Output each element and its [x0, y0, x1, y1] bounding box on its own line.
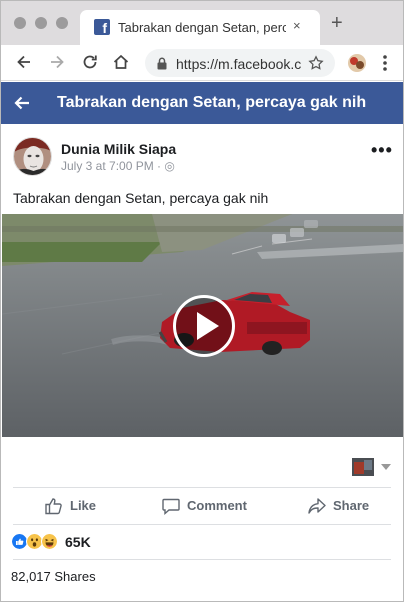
page-title: Tabrakan dengan Setan, percaya gak nih	[57, 94, 367, 111]
author-avatar[interactable]	[13, 137, 52, 176]
video-player[interactable]	[2, 214, 403, 437]
facebook-header: Tabrakan dengan Setan, percaya gak nih	[1, 82, 403, 124]
browser-tab[interactable]: f Tabrakan dengan Setan, percaya gak nih…	[80, 10, 320, 45]
forward-arrow-icon[interactable]	[47, 52, 67, 72]
comment-label: Comment	[187, 498, 247, 513]
divider	[13, 487, 391, 488]
browser-toolbar: https://m.facebook.com	[1, 45, 403, 81]
zoom-window-button[interactable]	[56, 17, 68, 29]
browser-menu-icon[interactable]	[382, 54, 388, 72]
reload-icon[interactable]	[80, 52, 100, 72]
post-text: Tabrakan dengan Setan, percaya gak nih	[13, 190, 269, 206]
divider	[13, 524, 391, 525]
new-tab-button[interactable]: +	[331, 13, 343, 33]
address-bar[interactable]: https://m.facebook.com	[145, 49, 335, 77]
browser-window: f Tabrakan dengan Setan, percaya gak nih…	[0, 0, 404, 602]
home-icon[interactable]	[111, 52, 131, 72]
post-options-icon[interactable]: •••	[371, 141, 393, 159]
comment-button[interactable]: Comment	[161, 496, 251, 518]
post-author[interactable]: Dunia Milik Siapa	[61, 141, 176, 157]
thumbs-up-icon	[45, 498, 62, 515]
play-button-icon[interactable]	[172, 294, 236, 358]
haha-reaction-icon	[41, 533, 58, 550]
extension-avatar-icon[interactable]	[347, 53, 367, 73]
facebook-favicon-icon: f	[94, 19, 110, 35]
url-text: https://m.facebook.com	[176, 56, 301, 72]
tab-strip: f Tabrakan dengan Setan, percaya gak nih…	[1, 1, 403, 45]
reaction-count[interactable]: 65K	[65, 534, 91, 550]
reaction-dropdown-icon[interactable]	[381, 464, 391, 470]
like-button[interactable]: Like	[44, 496, 104, 518]
post-timestamp[interactable]: July 3 at 7:00 PM · ◎	[61, 159, 175, 173]
bookmark-star-icon[interactable]	[308, 55, 324, 71]
close-window-button[interactable]	[14, 17, 26, 29]
share-arrow-icon	[308, 498, 326, 514]
share-label: Share	[333, 498, 370, 513]
page-reaction-avatar-icon[interactable]	[352, 458, 374, 476]
comment-bubble-icon	[162, 498, 180, 516]
tab-title: Tabrakan dengan Setan, percaya gak nih	[118, 20, 286, 35]
divider	[13, 559, 391, 560]
share-button[interactable]: Share	[307, 496, 370, 518]
like-label: Like	[70, 498, 97, 513]
share-count[interactable]: 82,017 Shares	[11, 569, 96, 584]
back-arrow-icon[interactable]	[14, 52, 34, 72]
mask-avatar-icon	[14, 138, 51, 175]
back-arrow-icon[interactable]	[12, 93, 32, 113]
lock-icon	[157, 57, 167, 70]
tab-close-icon[interactable]: ×	[293, 18, 301, 33]
minimize-window-button[interactable]	[35, 17, 47, 29]
